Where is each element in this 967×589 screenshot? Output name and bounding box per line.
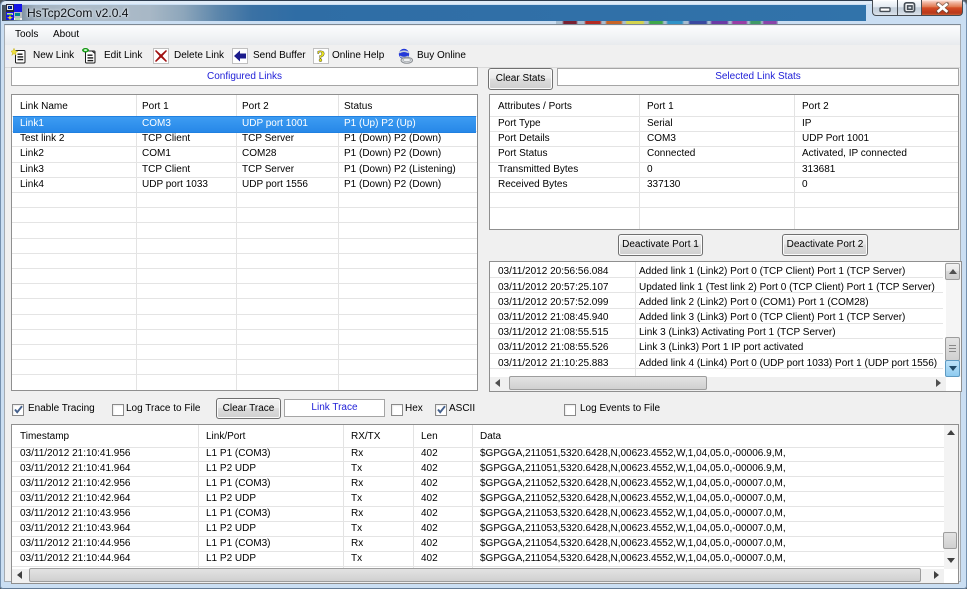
svg-text:?: ? — [317, 49, 325, 65]
